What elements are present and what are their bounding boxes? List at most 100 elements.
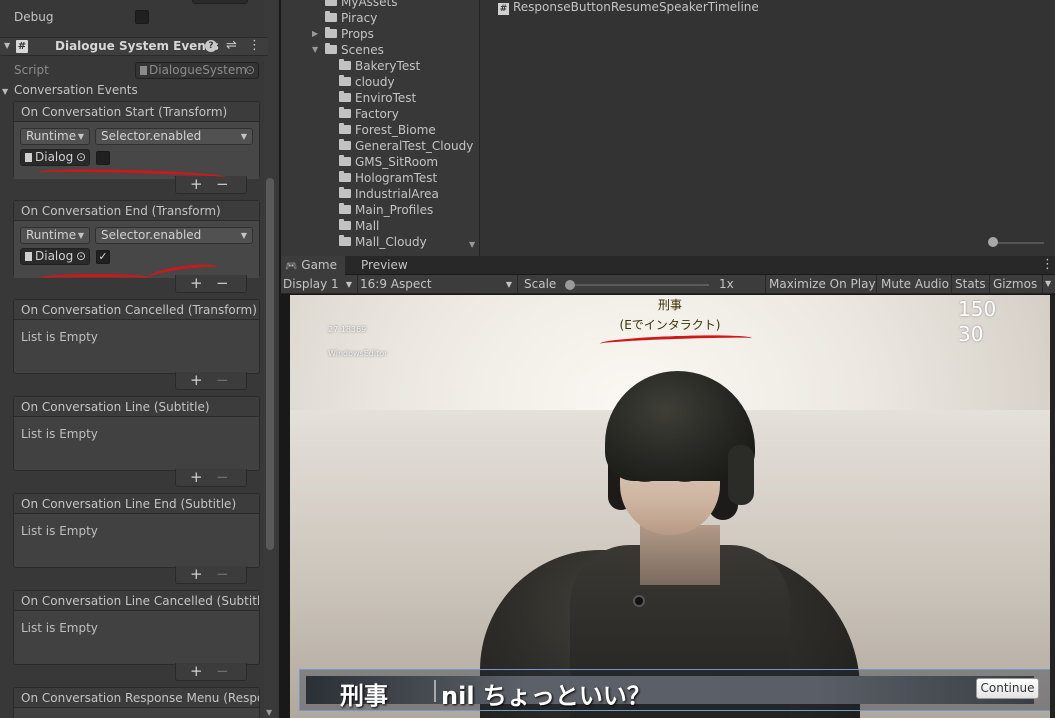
dropdown-arrow-icon: ▼ — [505, 280, 512, 289]
icon-size-slider-track — [990, 242, 1044, 244]
folder-item[interactable]: GMS_SitRoom — [339, 154, 438, 170]
folder-item[interactable]: BakeryTest — [339, 58, 420, 74]
event-on-conversation-line-end: On Conversation Line End (Subtitle) List… — [13, 493, 260, 568]
folder-item[interactable]: GeneralTest_Cloudy — [339, 138, 473, 154]
folder-item[interactable]: Piracy — [325, 10, 377, 26]
aspect-dropdown[interactable]: 16:9 Aspect ▼ — [358, 275, 518, 294]
add-button[interactable]: + — [190, 469, 203, 485]
display-dropdown[interactable]: Display 1 ▼ — [281, 275, 358, 294]
event-title: On Conversation Cancelled (Transform) — [14, 300, 259, 320]
event-on-conversation-cancelled: On Conversation Cancelled (Transform) Li… — [13, 299, 260, 374]
target-object-field[interactable]: Dialog ⊙ — [20, 149, 90, 166]
remove-button[interactable]: − — [216, 663, 229, 679]
scale-label: Scale — [524, 277, 557, 291]
remove-button[interactable]: − — [216, 469, 229, 485]
folder-icon — [339, 139, 351, 150]
event-title: On Conversation Response Menu (Respor — [14, 688, 259, 708]
speaker-name: 刑事 — [340, 682, 388, 710]
remove-button[interactable]: − — [216, 566, 229, 582]
scroll-down-arrow-icon[interactable]: ▼ — [266, 708, 272, 717]
dropdown-arrow-icon: ▼ — [240, 132, 247, 141]
debug-checkbox[interactable] — [135, 10, 149, 24]
component-header[interactable]: ▼ # Dialogue System Events ? ⇌ ⋮ — [0, 37, 268, 56]
folder-item[interactable]: MyAssets — [325, 0, 398, 10]
folder-item[interactable]: ▶ Props — [312, 26, 374, 42]
maximize-on-play-toggle[interactable]: Maximize On Play — [767, 275, 877, 294]
gizmos-dropdown-arrow-icon[interactable]: ▼ — [1045, 279, 1051, 288]
function-dropdown[interactable]: Selector.enabled ▼ — [95, 227, 253, 244]
add-button[interactable]: + — [190, 372, 203, 388]
folder-item[interactable]: Main_Profiles — [339, 202, 433, 218]
folder-icon — [339, 91, 351, 102]
tab-game[interactable]: 🎮 Game — [281, 256, 346, 275]
object-picker-icon[interactable]: ⊙ — [76, 249, 86, 264]
function-dropdown-value: Selector.enabled — [101, 129, 202, 143]
foldout-collapsed-icon[interactable]: ▶ — [312, 26, 318, 42]
tab-menu-icon[interactable]: ⋮ — [1041, 257, 1054, 272]
asset-item[interactable]: # ResponseButtonResumeSpeakerTimeline — [498, 0, 759, 15]
icon-size-slider[interactable] — [988, 237, 998, 247]
foldout-expanded-icon[interactable]: ▼ — [312, 42, 318, 58]
foldout-arrow-icon[interactable]: ▼ — [2, 87, 8, 96]
inspector-panel: Debug ▼ # Dialogue System Events ? ⇌ ⋮ S… — [0, 0, 279, 718]
collapse-arrow-icon[interactable]: ▼ — [4, 41, 10, 50]
conversation-events-foldout[interactable]: ▼ Conversation Events — [2, 81, 138, 99]
remove-button[interactable]: − — [216, 372, 229, 388]
folder-name: HologramTest — [355, 171, 438, 185]
object-picker-icon[interactable]: ⊙ — [76, 150, 86, 165]
folder-item[interactable]: IndustrialArea — [339, 186, 439, 202]
enabled-checkbox[interactable] — [96, 151, 110, 165]
component-menu-icon[interactable]: ⋮ — [248, 38, 261, 53]
runtime-dropdown-value: Runtime — [26, 129, 77, 143]
partial-field[interactable] — [192, 0, 248, 4]
folder-item[interactable]: HologramTest — [339, 170, 437, 186]
runtime-dropdown[interactable]: Runtime ▼ — [20, 128, 90, 145]
dropdown-arrow-icon: ▼ — [77, 132, 84, 141]
event-title: On Conversation Line End (Subtitle) — [14, 494, 259, 514]
object-picker-icon[interactable]: ⊙ — [245, 63, 255, 78]
mute-audio-toggle[interactable]: Mute Audio — [879, 275, 952, 294]
script-hash-icon: # — [16, 40, 28, 53]
remove-button[interactable]: − — [216, 275, 229, 291]
runtime-dropdown[interactable]: Runtime ▼ — [20, 227, 90, 244]
event-title: On Conversation Start (Transform) — [14, 102, 259, 122]
script-file-icon — [140, 66, 147, 75]
folder-name: Factory — [355, 107, 399, 121]
folder-item[interactable]: EnviroTest — [339, 90, 416, 106]
scroll-down-arrow-icon[interactable]: ▼ — [469, 240, 475, 249]
folder-icon — [339, 203, 351, 214]
event-add-remove: + − — [175, 566, 247, 584]
help-icon[interactable]: ? — [205, 40, 217, 52]
dialogue-panel: 刑事 nil ちょっといい？ Continue — [299, 669, 1050, 711]
continue-button[interactable]: Continue — [976, 678, 1039, 699]
inspector-scrollbar[interactable] — [266, 178, 274, 550]
folder-item[interactable]: Mall — [339, 218, 379, 234]
tab-preview[interactable]: Preview — [353, 256, 416, 275]
tab-game-label: Game — [301, 258, 338, 272]
folder-item[interactable]: ▼ Scenes — [312, 42, 384, 58]
folder-item[interactable]: Mall_Cloudy — [339, 234, 427, 250]
target-object-field[interactable]: Dialog ⊙ — [20, 248, 90, 265]
character-headset — [728, 445, 754, 505]
gizmos-toggle[interactable]: Gizmos — [991, 275, 1043, 294]
runtime-dropdown-value: Runtime — [26, 228, 77, 242]
folder-icon — [339, 107, 351, 118]
add-button[interactable]: + — [190, 566, 203, 582]
folder-icon — [325, 27, 337, 38]
folder-name: MyAssets — [341, 0, 398, 9]
enabled-checkbox[interactable]: ✓ — [96, 250, 110, 264]
folder-item[interactable]: Factory — [339, 106, 399, 122]
folder-icon — [325, 43, 337, 54]
folder-item[interactable]: cloudy — [339, 74, 395, 90]
stats-toggle[interactable]: Stats — [953, 275, 990, 294]
add-button[interactable]: + — [190, 663, 203, 679]
folder-item[interactable]: Forest_Biome — [339, 122, 436, 138]
dropdown-arrow-icon: ▼ — [240, 231, 247, 240]
folder-name: Props — [341, 27, 374, 41]
interact-hint: (Eでインタラクト) — [619, 318, 721, 332]
game-viewport[interactable]: 27.18369 WindowsEditor 150 30 刑事 (Eでインタラ… — [290, 295, 1050, 718]
character-radio — [633, 595, 645, 607]
presets-icon[interactable]: ⇌ — [226, 38, 237, 53]
function-dropdown[interactable]: Selector.enabled ▼ — [95, 128, 253, 145]
scale-slider[interactable] — [565, 280, 575, 290]
